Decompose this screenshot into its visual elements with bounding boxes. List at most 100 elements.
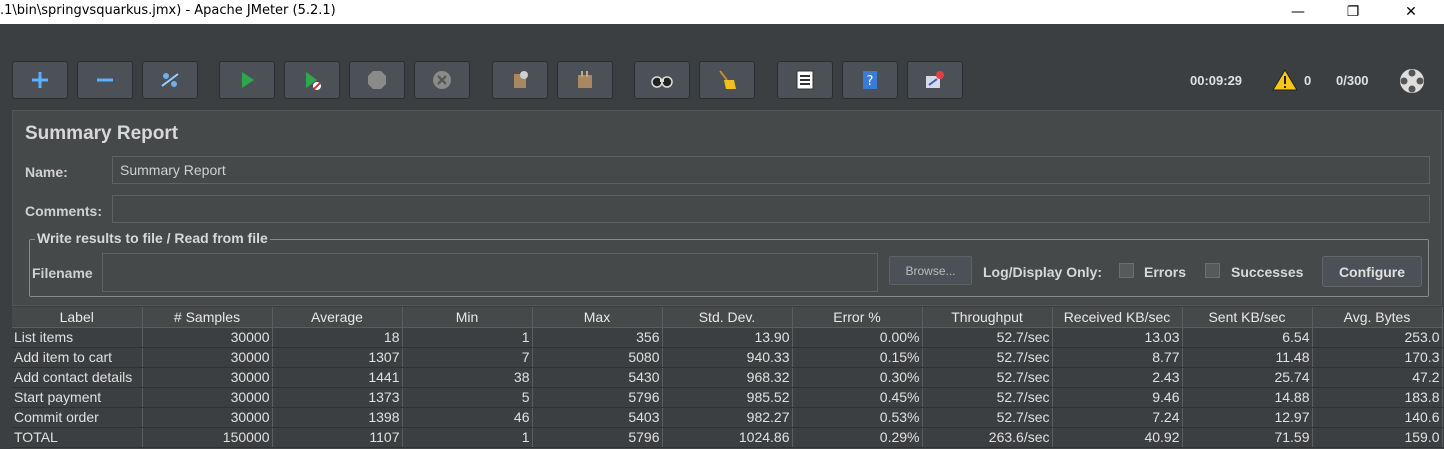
reset-search-button[interactable] — [699, 61, 755, 99]
title-bar: .1\bin\springvsquarkus.jmx) - Apache JMe… — [0, 0, 1444, 24]
column-header[interactable]: Label — [12, 307, 143, 328]
remove-button[interactable] — [77, 61, 133, 99]
warning-icon[interactable] — [1272, 68, 1298, 96]
table-cell: 5430 — [532, 367, 663, 388]
clear-all-button[interactable] — [557, 61, 613, 99]
column-header[interactable]: Min — [402, 307, 533, 328]
table-cell: 982.27 — [662, 407, 793, 428]
table-cell: 2.43 — [1052, 367, 1183, 388]
table-body: List items 30000 18 1 356 13.90 0.00% 52.7/sec 1… — [12, 327, 1443, 448]
shutdown-icon — [433, 71, 451, 89]
close-icon: ✕ — [1405, 4, 1417, 20]
warning-count: 0 — [1304, 73, 1312, 88]
table-row[interactable]: List items 30000 18 1 356 13.90 0.00% 52.7/sec 1… — [12, 327, 1443, 348]
column-header[interactable]: Error % — [792, 307, 923, 328]
filename-field[interactable] — [102, 253, 878, 292]
column-header[interactable]: Received KB/sec — [1052, 307, 1183, 328]
function-helper-button[interactable] — [777, 61, 833, 99]
add-button[interactable] — [12, 61, 68, 99]
summary-table-container: Label # Samples Average Min Max Std. Dev. Erro… — [12, 307, 1443, 449]
close-button[interactable]: ✕ — [1388, 0, 1434, 24]
maximize-button[interactable]: ❐ — [1330, 0, 1376, 24]
toolbar: ? 00:09:29 0 0/300 — [0, 52, 1444, 108]
browse-button[interactable]: Browse... — [889, 256, 972, 285]
thread-count: 0/300 — [1336, 73, 1369, 88]
start-no-pauses-button[interactable] — [284, 61, 340, 99]
remote-status-icon — [1398, 67, 1426, 99]
write-results-group: Write results to file / Read from file F… — [29, 230, 1429, 297]
panel-title: Summary Report — [25, 123, 179, 144]
table-cell: 14.88 — [1182, 387, 1313, 408]
table-cell: 71.59 — [1182, 427, 1313, 448]
restore-icon: ❐ — [1346, 4, 1360, 20]
minimize-icon: — — [1291, 4, 1305, 20]
table-cell: 8.77 — [1052, 347, 1183, 368]
column-header[interactable]: # Samples — [142, 307, 273, 328]
start-no-pauses-icon — [306, 72, 321, 90]
table-cell: 38 — [402, 367, 533, 388]
toggle-icon — [161, 73, 179, 87]
comments-label: Comments: — [25, 203, 103, 219]
table-cell: 968.32 — [662, 367, 793, 388]
table-cell: 5403 — [532, 407, 663, 428]
summary-table: Label # Samples Average Min Max Std. Dev. Erro… — [12, 307, 1443, 448]
table-cell: 13.90 — [662, 327, 793, 348]
table-cell: List items — [12, 327, 143, 348]
table-cell: 30000 — [142, 387, 273, 408]
table-cell: 30000 — [142, 367, 273, 388]
table-cell: 356 — [532, 327, 663, 348]
remote-button[interactable] — [907, 61, 963, 99]
table-cell: 0.45% — [792, 387, 923, 408]
name-field[interactable]: Summary Report — [112, 156, 1430, 184]
errors-checkbox[interactable] — [1119, 263, 1134, 278]
start-button[interactable] — [219, 61, 275, 99]
successes-label: Successes — [1231, 264, 1304, 280]
remove-icon — [97, 78, 113, 82]
errors-label: Errors — [1144, 264, 1187, 280]
column-header[interactable]: Max — [532, 307, 663, 328]
table-cell: 52.7/sec — [922, 387, 1053, 408]
table-cell: Add contact details — [12, 367, 143, 388]
table-row[interactable]: TOTAL 150000 1107 1 5796 1024.86 0.29% 263.6/se… — [12, 427, 1443, 448]
reset-search-icon — [719, 70, 736, 89]
column-header[interactable]: Throughput — [922, 307, 1053, 328]
table-cell: 5 — [402, 387, 533, 408]
search-icon — [651, 76, 673, 88]
group-title: Write results to file / Read from file — [35, 230, 270, 246]
clear-all-icon — [578, 71, 592, 88]
table-cell: 940.33 — [662, 347, 793, 368]
filename-label: Filename — [32, 265, 93, 281]
table-row[interactable]: Add item to cart 30000 1307 7 5080 940.33 0.15… — [12, 347, 1443, 368]
table-cell: 140.6 — [1312, 407, 1443, 428]
table-cell: 1307 — [272, 347, 403, 368]
column-header[interactable]: Sent KB/sec — [1182, 307, 1313, 328]
table-cell: 52.7/sec — [922, 407, 1053, 428]
configure-button[interactable]: Configure — [1322, 256, 1422, 287]
table-row[interactable]: Commit order 30000 1398 46 5403 982.27 0.53% 52… — [12, 407, 1443, 428]
table-row[interactable]: Add contact details 30000 1441 38 5430 968.32… — [12, 367, 1443, 388]
column-header[interactable]: Std. Dev. — [662, 307, 793, 328]
table-cell: 253.0 — [1312, 327, 1443, 348]
column-header[interactable]: Average — [272, 307, 403, 328]
table-cell: 6.54 — [1182, 327, 1313, 348]
table-cell: 7.24 — [1052, 407, 1183, 428]
table-cell: 40.92 — [1052, 427, 1183, 448]
toggle-button[interactable] — [142, 61, 198, 99]
minimize-button[interactable]: — — [1275, 0, 1321, 24]
search-button[interactable] — [634, 61, 690, 99]
table-cell: 47.2 — [1312, 367, 1443, 388]
comments-field[interactable] — [112, 195, 1430, 223]
clear-button[interactable] — [492, 61, 548, 99]
summary-report-panel: Summary Report Name: Summary Report Comm… — [12, 110, 1442, 306]
table-cell: 183.8 — [1312, 387, 1443, 408]
successes-checkbox[interactable] — [1205, 263, 1220, 278]
stop-button[interactable] — [349, 61, 405, 99]
help-button[interactable]: ? — [842, 61, 898, 99]
table-cell: 13.03 — [1052, 327, 1183, 348]
table-cell: Add item to cart — [12, 347, 143, 368]
shutdown-button[interactable] — [414, 61, 470, 99]
table-row[interactable]: Start payment 30000 1373 5 5796 985.52 0.45% 52… — [12, 387, 1443, 408]
table-cell: 0.53% — [792, 407, 923, 428]
column-header[interactable]: Avg. Bytes — [1312, 307, 1443, 328]
remote-icon — [926, 71, 944, 88]
